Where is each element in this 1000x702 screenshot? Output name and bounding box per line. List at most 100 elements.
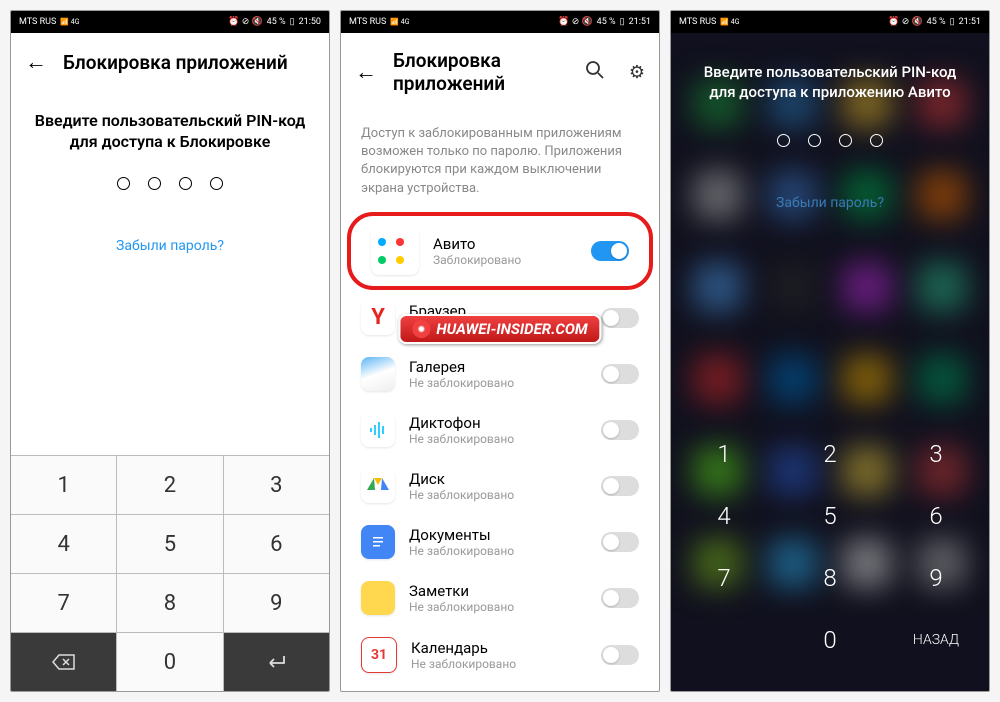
carrier-label: MTS RUS: [679, 17, 716, 27]
back-arrow-icon[interactable]: ←: [25, 49, 47, 75]
toggle-switch[interactable]: [601, 588, 639, 608]
key-5[interactable]: 5: [117, 515, 222, 573]
carrier-label: MTS RUS: [349, 17, 386, 27]
app-row-calc[interactable]: +− ×÷ Калькулятор: [341, 684, 659, 691]
key-4[interactable]: 4: [11, 515, 116, 573]
key-8[interactable]: 8: [117, 574, 222, 632]
header: ← Блокировка приложений ⚙: [341, 33, 659, 111]
phone-screen-app-pin: MTS RUS 📶 4G ⏰ ⊘ 🔇 45 %▯ 21:51 Введите п…: [670, 10, 990, 692]
notes-icon: [361, 581, 395, 615]
pin-prompt: Введите пользовательский PIN-код для дос…: [671, 33, 989, 120]
toggle-switch[interactable]: [601, 420, 639, 440]
app-row-dictaphone[interactable]: Диктофон Не заблокировано: [341, 402, 659, 458]
pin-dot: [808, 134, 821, 147]
app-row-docs[interactable]: Документы Не заблокировано: [341, 514, 659, 570]
gallery-icon: [361, 357, 395, 391]
battery-label: 45 %: [927, 17, 946, 27]
status-bar: MTS RUS 📶 4G ⏰ ⊘ 🔇 45 %▯ 21:50: [11, 11, 329, 33]
key-7[interactable]: 7: [671, 547, 777, 609]
status-bar: MTS RUS 📶 4G ⏰ ⊘ 🔇 45 %▯ 21:51: [341, 11, 659, 33]
app-name-label: Авито: [433, 235, 577, 253]
back-button[interactable]: НАЗАД: [883, 609, 989, 671]
pin-dot: [839, 134, 852, 147]
app-status-label: Не заблокировано: [409, 600, 587, 614]
carrier-label: MTS RUS: [19, 17, 56, 27]
app-status-label: Заблокировано: [433, 253, 577, 267]
docs-icon: [361, 525, 395, 559]
battery-label: 45 %: [267, 17, 286, 27]
app-name-label: Документы: [409, 526, 587, 544]
app-name-label: Диктофон: [409, 414, 587, 432]
calendar-icon: 31: [361, 637, 397, 673]
key-7[interactable]: 7: [11, 574, 116, 632]
pin-dot: [148, 177, 161, 190]
app-status-label: Не заблокировано: [409, 488, 587, 502]
time-label: 21:50: [299, 17, 321, 27]
app-status-label: Не заблокировано: [409, 376, 587, 390]
key-backspace[interactable]: [11, 633, 116, 691]
toggle-switch[interactable]: [601, 364, 639, 384]
app-row-notes[interactable]: Заметки Не заблокировано: [341, 570, 659, 626]
app-name-label: Календарь: [411, 639, 587, 657]
key-5[interactable]: 5: [777, 485, 883, 547]
key-1[interactable]: 1: [671, 423, 777, 485]
key-9[interactable]: 9: [883, 547, 989, 609]
status-bar: MTS RUS 📶 4G ⏰ ⊘ 🔇 45 %▯ 21:51: [671, 11, 989, 33]
key-4[interactable]: 4: [671, 485, 777, 547]
key-3[interactable]: 3: [224, 456, 329, 514]
time-label: 21:51: [959, 17, 981, 27]
time-label: 21:51: [629, 17, 651, 27]
app-name-label: Галерея: [409, 358, 587, 376]
pin-dot: [210, 177, 223, 190]
forgot-password-link[interactable]: Забыли пароль?: [11, 204, 329, 288]
watermark-text: HUAWEI-INSIDER.COM: [436, 320, 587, 338]
search-icon[interactable]: [585, 60, 605, 85]
avito-icon: [371, 227, 419, 275]
phone-screen-pin-entry: MTS RUS 📶 4G ⏰ ⊘ 🔇 45 %▯ 21:50 ← Блокиро…: [10, 10, 330, 692]
phone-screen-app-list: MTS RUS 📶 4G ⏰ ⊘ 🔇 45 %▯ 21:51 ← Блокиро…: [340, 10, 660, 692]
toggle-switch[interactable]: [591, 241, 629, 261]
app-list: Авито Заблокировано Y Браузер Не заблоки…: [341, 212, 659, 691]
toggle-switch[interactable]: [601, 476, 639, 496]
app-name-label: Диск: [409, 470, 587, 488]
gear-icon[interactable]: ⚙: [629, 62, 645, 83]
app-row-disk[interactable]: Диск Не заблокировано: [341, 458, 659, 514]
page-title: Блокировка приложений: [63, 51, 315, 74]
key-enter[interactable]: [224, 633, 329, 691]
app-row-avito[interactable]: Авито Заблокировано: [351, 216, 649, 286]
key-0[interactable]: 0: [117, 633, 222, 691]
highlight-annotation: Авито Заблокировано: [347, 212, 653, 290]
key-3[interactable]: 3: [883, 423, 989, 485]
key-2[interactable]: 2: [117, 456, 222, 514]
status-icons: ⏰ ⊘ 🔇: [558, 17, 592, 27]
key-1[interactable]: 1: [11, 456, 116, 514]
key-6[interactable]: 6: [224, 515, 329, 573]
pin-dot: [117, 177, 130, 190]
pin-indicator: [671, 120, 989, 161]
header: ← Блокировка приложений: [11, 33, 329, 91]
forgot-password-link[interactable]: Забыли пароль?: [671, 161, 989, 245]
app-row-calendar[interactable]: 31 Календарь Не заблокировано: [341, 626, 659, 684]
key-8[interactable]: 8: [777, 547, 883, 609]
watermark-badge: HUAWEI-INSIDER.COM: [398, 314, 601, 344]
microphone-icon: [361, 413, 395, 447]
status-icons: ⏰ ⊘ 🔇: [228, 17, 262, 27]
pin-dot: [179, 177, 192, 190]
app-row-gallery[interactable]: Галерея Не заблокировано: [341, 346, 659, 402]
toggle-switch[interactable]: [601, 645, 639, 665]
key-9[interactable]: 9: [224, 574, 329, 632]
toggle-switch[interactable]: [601, 308, 639, 328]
description-text: Доступ к заблокированным приложениям воз…: [341, 111, 659, 212]
toggle-switch[interactable]: [601, 532, 639, 552]
pin-prompt: Введите пользовательский PIN-код для дос…: [11, 91, 329, 163]
pin-dot: [777, 134, 790, 147]
page-title: Блокировка приложений: [393, 49, 561, 95]
key-6[interactable]: 6: [883, 485, 989, 547]
battery-label: 45 %: [597, 17, 616, 27]
yandex-icon: Y: [361, 301, 395, 335]
back-arrow-icon[interactable]: ←: [355, 59, 377, 85]
key-0[interactable]: 0: [777, 609, 883, 671]
key-2[interactable]: 2: [777, 423, 883, 485]
numeric-keypad: 1 2 3 4 5 6 7 8 9 0: [11, 455, 329, 691]
pin-indicator: [11, 163, 329, 204]
